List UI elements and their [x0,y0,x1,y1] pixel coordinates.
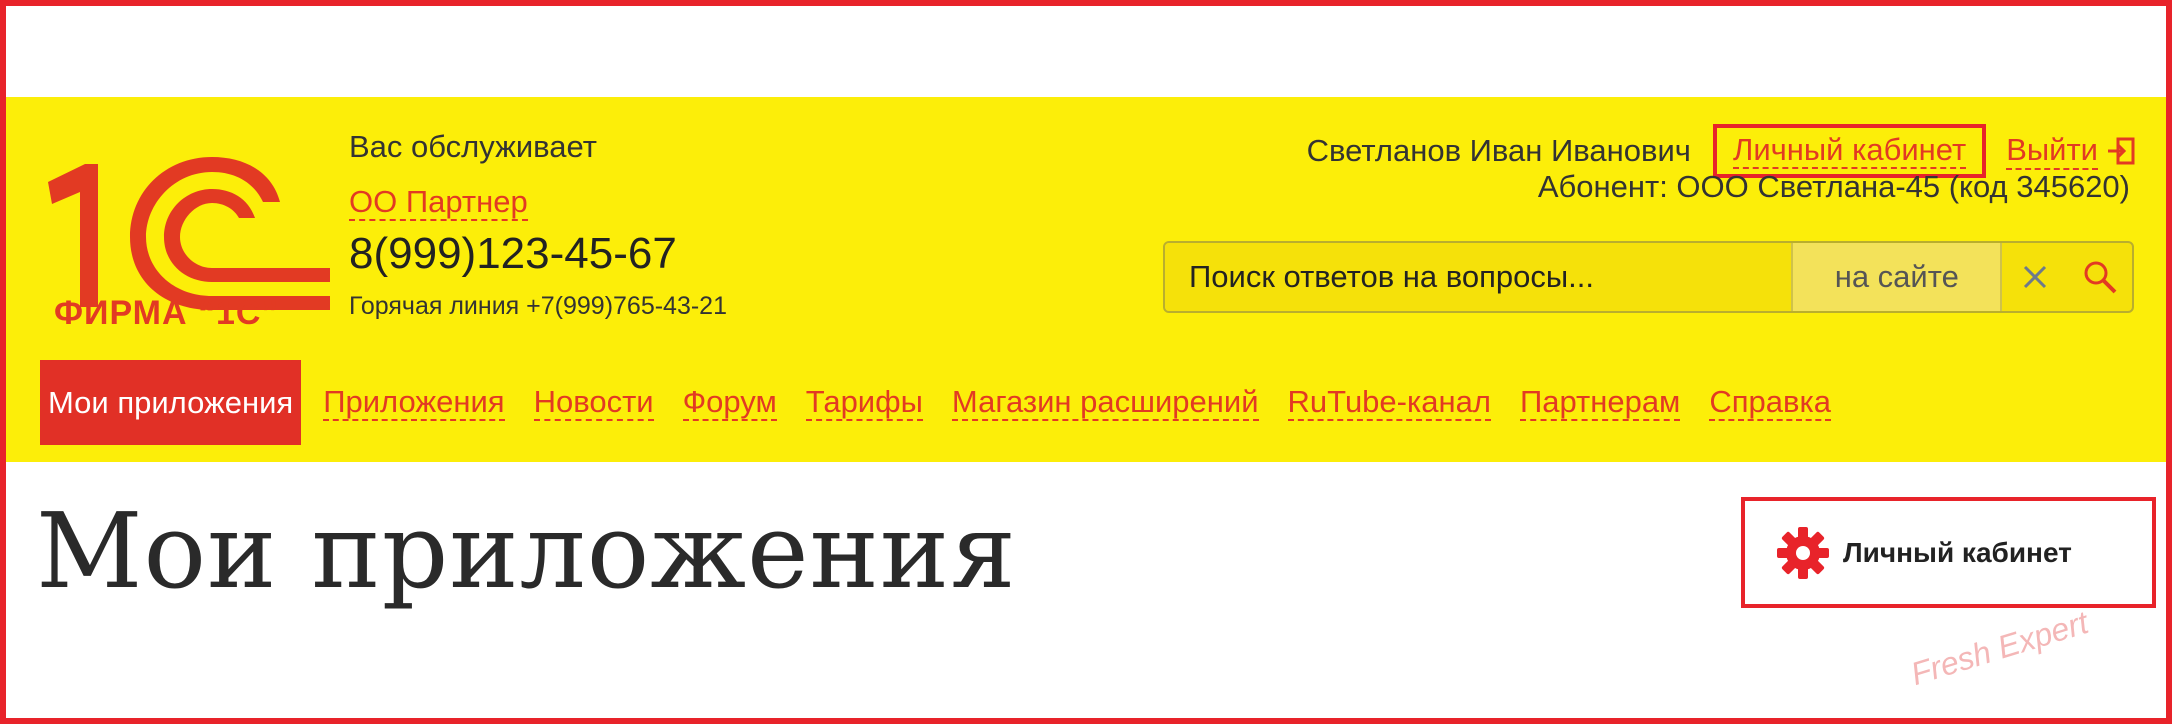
search-scope-button[interactable]: на сайте [1791,243,2003,311]
search-clear-button[interactable] [2002,243,2067,311]
partner-phone: 8(999)123-45-67 [349,229,677,278]
watermark: Fresh Expert [1906,604,2093,693]
nav-item-apps[interactable]: Приложения [323,384,505,422]
nav-item-rutube[interactable]: RuTube-канал [1287,384,1491,422]
logout-icon[interactable] [2106,136,2136,166]
search-submit-button[interactable] [2067,243,2132,311]
personal-cabinet-link[interactable]: Личный кабинет [1732,132,1967,169]
nav-item-partners[interactable]: Партнерам [1519,384,1681,422]
logout-link[interactable]: Выйти [2006,132,2098,170]
search-icon [2084,261,2117,294]
site-header: ФИРМА “1С” Вас обслуживает ОО Партнер 8(… [6,97,2166,462]
personal-cabinet-button-label: Личный кабинет [1843,536,2072,568]
served-by-label: Вас обслуживает [349,129,597,164]
hotline-text: Горячая линия +7(999)765-43-21 [349,292,727,320]
logo-text: ФИРМА “1С” [54,294,280,332]
personal-cabinet-button[interactable]: Личный кабинет [1741,497,2156,608]
abonent-info: Абонент: ООО Светлана-45 (код 345620) [1537,169,2130,204]
nav-item-news[interactable]: Новости [533,384,654,422]
user-name: Светланов Иван Иванович [1306,133,1691,168]
page-title: Мои приложения [36,490,1017,612]
nav-item-my-apps[interactable]: Мои приложения [40,360,302,445]
nav-item-forum[interactable]: Форум [682,384,777,422]
gear-icon [1777,526,1829,579]
close-icon [2023,265,2046,289]
nav-item-extensions-store[interactable]: Магазин расширений [951,384,1259,422]
search-bar: на сайте [1163,241,2134,313]
search-input[interactable] [1165,243,1792,311]
nav-item-tariffs[interactable]: Тарифы [805,384,923,422]
partner-link[interactable]: ОО Партнер [349,184,528,222]
main-nav: Мои приложения Приложения Новости Форум … [40,360,1860,445]
nav-item-help[interactable]: Справка [1709,384,1831,422]
